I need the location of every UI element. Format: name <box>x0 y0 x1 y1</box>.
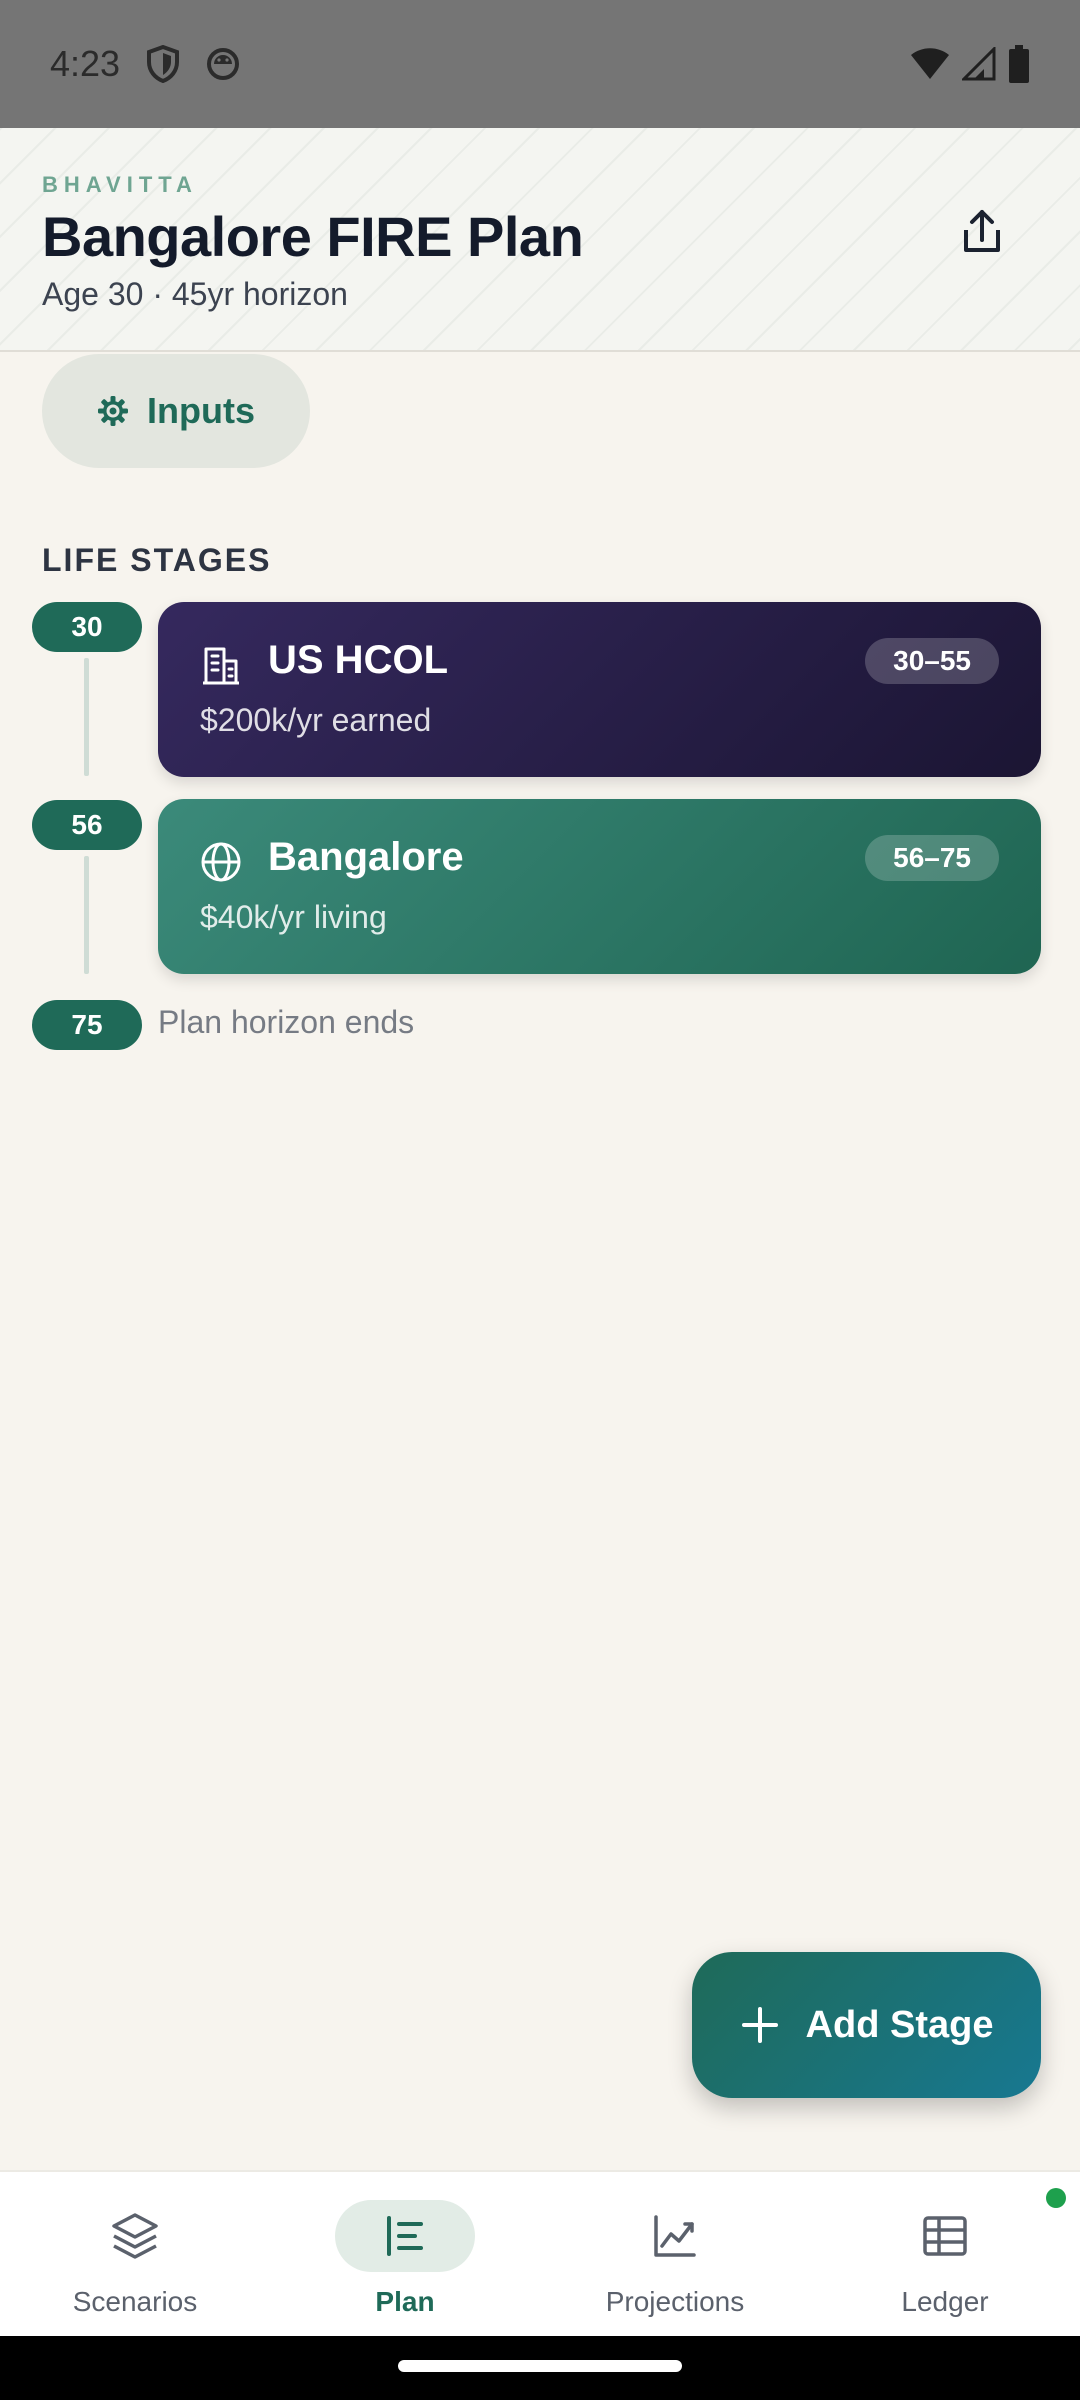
system-gesture-area <box>0 2336 1080 2400</box>
page-subtitle: Age 30 · 45yr horizon <box>42 276 348 312</box>
stage-detail: $40k/yr living <box>200 899 387 935</box>
age-marker: 30 <box>32 602 142 652</box>
layers-icon <box>65 2200 205 2272</box>
app-header: BHAVITTA Bangalore FIRE Plan Age 30 · 45… <box>0 128 1080 352</box>
timeline-icon <box>335 2200 475 2272</box>
add-stage-button[interactable]: Add Stage <box>692 1952 1041 2098</box>
building-icon <box>200 644 242 686</box>
nav-item-projections[interactable]: Projections <box>540 2172 810 2338</box>
share-button[interactable] <box>946 196 1018 268</box>
plan-horizon-label: Plan horizon ends <box>158 1004 415 1040</box>
stage-card-us-hcol[interactable]: US HCOL $200k/yr earned 30–55 <box>158 602 1041 777</box>
age-marker-horizon: 75 <box>32 1000 142 1050</box>
android-head-icon <box>206 47 240 81</box>
nav-label: Ledger <box>901 2286 989 2317</box>
nav-item-scenarios[interactable]: Scenarios <box>0 2172 270 2338</box>
gear-icon <box>98 396 128 426</box>
timeline-connector <box>84 658 89 776</box>
stage-card-bangalore[interactable]: Bangalore $40k/yr living 56–75 <box>158 799 1041 974</box>
age-marker: 56 <box>32 800 142 850</box>
wifi-icon <box>910 47 950 81</box>
plus-icon <box>741 2007 778 2043</box>
status-left: 4:23 <box>50 43 240 85</box>
status-bar: 4:23 <box>0 0 1080 128</box>
status-right <box>910 45 1030 83</box>
page-title: Bangalore FIRE Plan <box>42 205 584 268</box>
nav-label: Projections <box>605 2286 745 2317</box>
stage-name: US HCOL <box>268 638 448 682</box>
age-range-badge: 56–75 <box>865 835 999 881</box>
age-range-badge: 30–55 <box>865 638 999 684</box>
globe-icon <box>200 841 242 883</box>
nav-item-ledger[interactable]: Ledger <box>810 2172 1080 2338</box>
share-icon <box>964 210 1000 252</box>
home-gesture-handle[interactable] <box>398 2360 682 2372</box>
inputs-button[interactable]: Inputs <box>42 354 310 468</box>
signal-icon <box>962 47 996 81</box>
table-icon <box>875 2200 1015 2272</box>
timeline-connector <box>84 856 89 974</box>
nav-label: Scenarios <box>72 2286 198 2317</box>
shield-icon <box>146 45 180 83</box>
status-time: 4:23 <box>50 43 121 84</box>
trending-chart-icon <box>605 2200 745 2272</box>
battery-icon <box>1008 45 1030 83</box>
add-stage-label: Add Stage <box>805 2003 994 2046</box>
section-label-life-stages: LIFE STAGES <box>42 542 272 578</box>
stage-name: Bangalore <box>268 835 464 879</box>
bottom-navigation: Scenarios Plan Projections Ledger <box>0 2170 1080 2336</box>
brand-label: BHAVITTA <box>42 172 198 197</box>
nav-item-plan[interactable]: Plan <box>270 2172 540 2338</box>
nav-label: Plan <box>375 2286 435 2317</box>
notification-dot <box>1046 2188 1066 2208</box>
stage-detail: $200k/yr earned <box>200 702 432 738</box>
inputs-label: Inputs <box>147 390 255 431</box>
